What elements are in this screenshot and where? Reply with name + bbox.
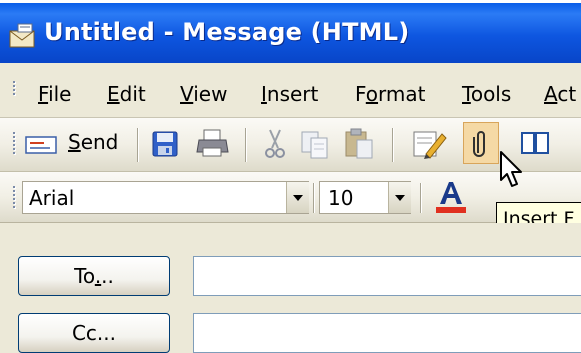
menubar-grip[interactable] xyxy=(12,81,16,97)
font-name-value: Arial xyxy=(29,186,75,210)
toolbar-separator xyxy=(313,183,314,213)
chevron-down-icon xyxy=(293,195,303,201)
formatting-grip[interactable] xyxy=(12,186,16,210)
copy-icon[interactable] xyxy=(300,128,330,160)
menu-format[interactable]: Format xyxy=(355,82,426,106)
menu-format-accel: o xyxy=(365,82,379,106)
chevron-down-icon xyxy=(395,195,405,201)
menu-tools[interactable]: Tools xyxy=(462,82,511,106)
toolbar-separator xyxy=(420,183,421,213)
toolbar-separator xyxy=(245,128,246,162)
send-button[interactable]: Send xyxy=(20,128,126,160)
send-label: Send xyxy=(68,130,119,154)
save-icon[interactable] xyxy=(151,130,179,158)
cc-button[interactable]: Cc... xyxy=(18,313,170,353)
toolbar-separator xyxy=(137,128,138,162)
toolbar-separator xyxy=(392,128,393,162)
toolbar-grip[interactable] xyxy=(12,132,16,156)
mouse-pointer-icon xyxy=(500,151,522,187)
font-color-icon xyxy=(436,182,466,213)
font-size-value: 10 xyxy=(328,186,354,210)
message-window-icon xyxy=(9,23,35,48)
menu-view-accel: V xyxy=(180,82,194,106)
menu-insert[interactable]: Insert xyxy=(261,82,318,106)
menu-view[interactable]: View xyxy=(180,82,227,106)
menu-tools-accel: T xyxy=(462,82,471,106)
menu-bar: File Edit View Insert Format Tools Act xyxy=(0,63,581,118)
message-header-area: To... Cc... xyxy=(0,223,581,353)
address-book-icon[interactable] xyxy=(520,127,554,159)
font-size-combo[interactable]: 10 xyxy=(319,181,411,214)
menu-edit[interactable]: Edit xyxy=(107,82,146,106)
font-size-dropdown[interactable] xyxy=(388,182,411,213)
to-button[interactable]: To... xyxy=(18,256,170,296)
menu-file[interactable]: File xyxy=(38,82,71,106)
font-name-combo[interactable]: Arial xyxy=(22,181,309,214)
font-name-dropdown[interactable] xyxy=(286,182,309,213)
paste-icon[interactable] xyxy=(343,126,375,160)
print-icon[interactable] xyxy=(196,128,230,160)
menu-edit-accel: E xyxy=(107,82,120,106)
to-field[interactable] xyxy=(193,256,581,296)
signature-icon[interactable] xyxy=(412,128,448,160)
font-color-button[interactable] xyxy=(430,180,470,216)
send-icon xyxy=(25,136,57,154)
menu-actions-accel: A xyxy=(544,82,558,106)
insert-file-button[interactable] xyxy=(463,122,499,164)
window-title: Untitled - Message (HTML) xyxy=(44,18,410,46)
paperclip-icon xyxy=(473,131,485,157)
title-bar[interactable]: Untitled - Message (HTML) xyxy=(0,0,581,63)
cc-field[interactable] xyxy=(193,313,581,353)
menu-actions[interactable]: Act xyxy=(544,82,576,106)
menu-file-accel: F xyxy=(38,82,49,106)
cut-icon[interactable] xyxy=(262,128,288,160)
cc-label: Cc... xyxy=(71,321,117,345)
